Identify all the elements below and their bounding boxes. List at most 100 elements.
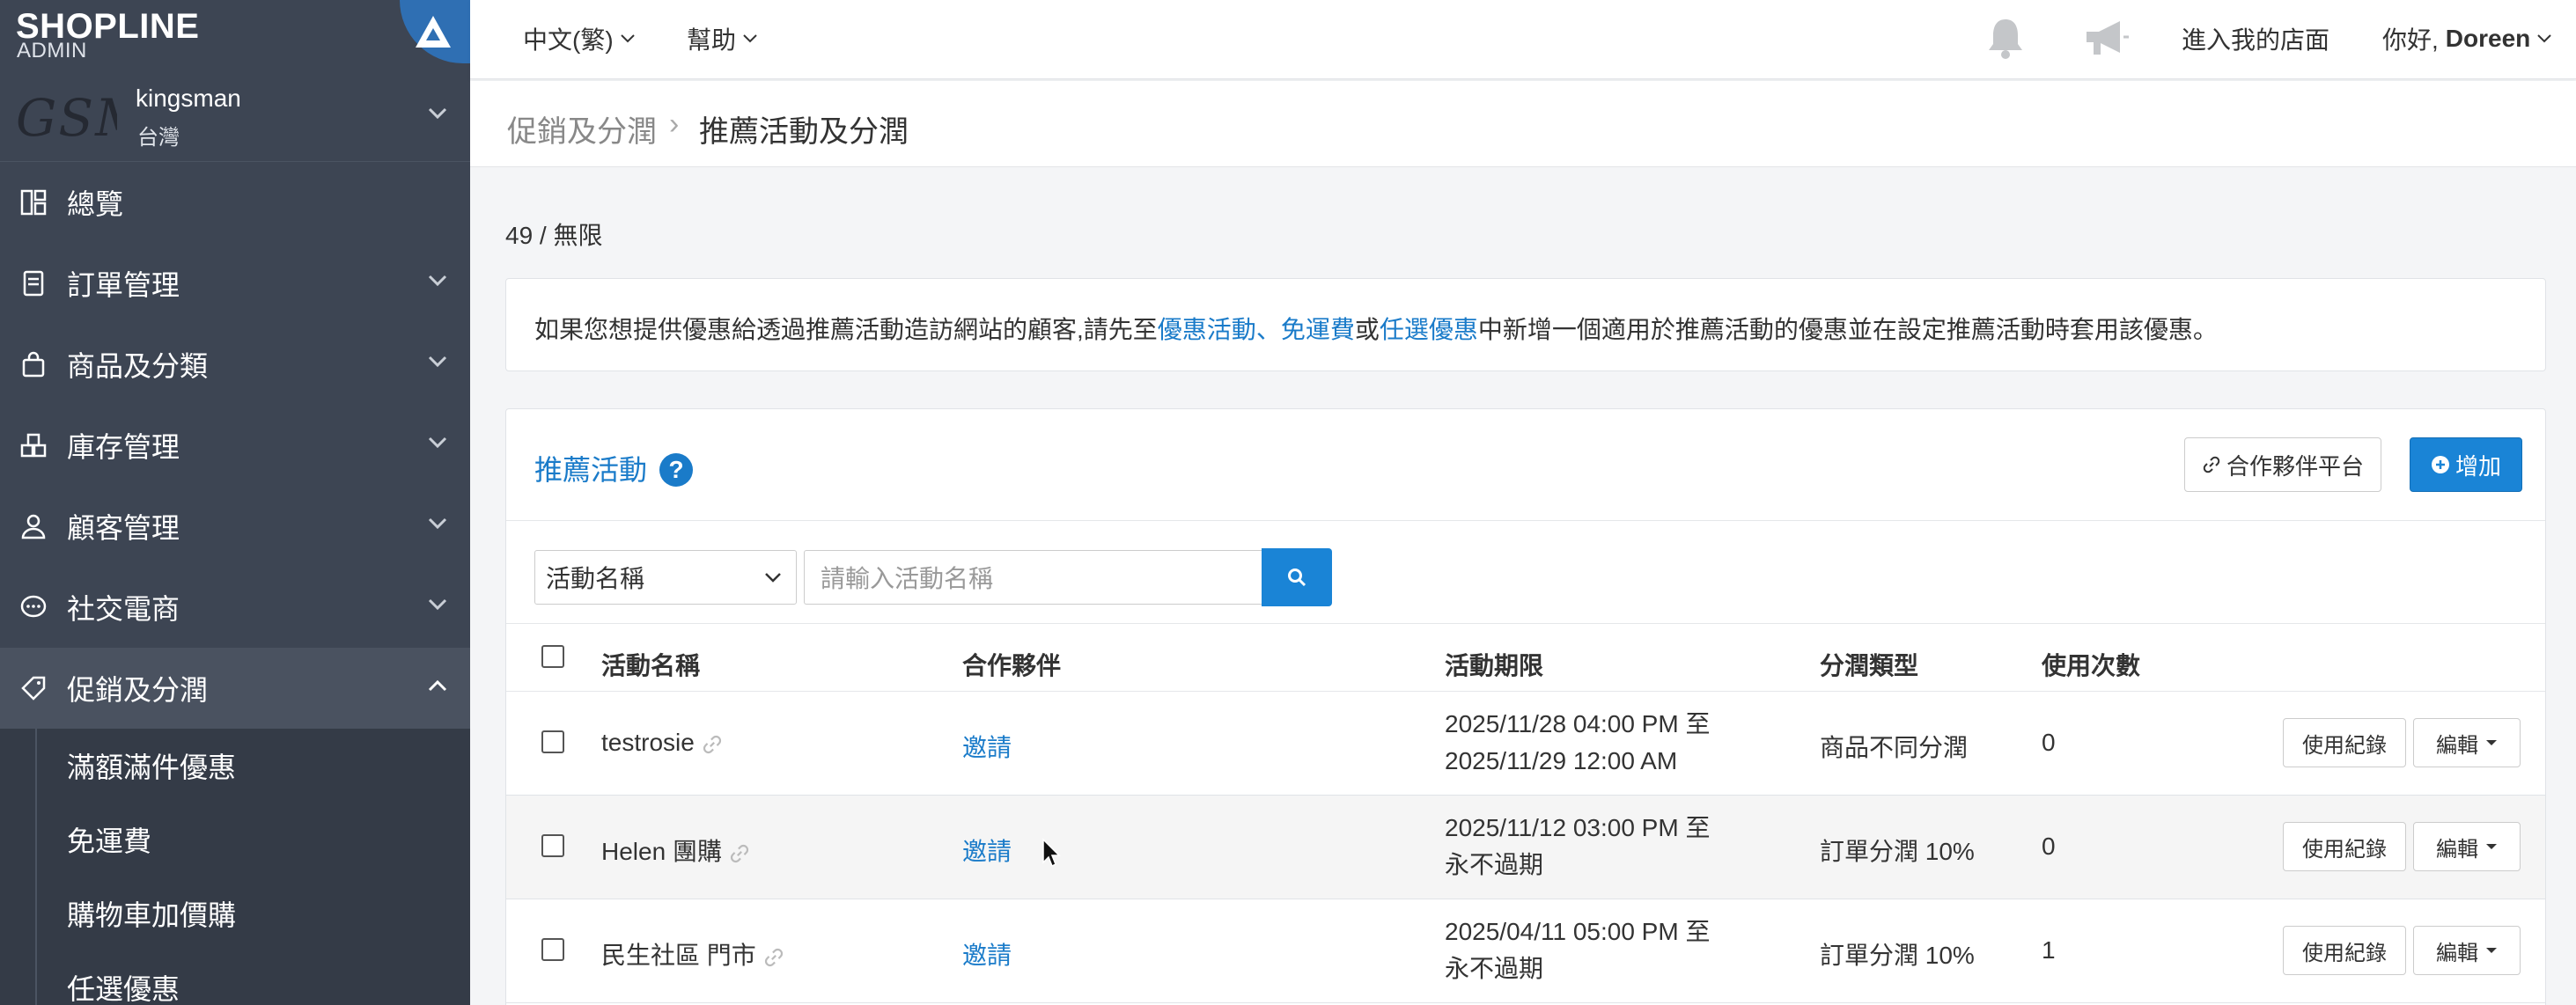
column-header-period[interactable]: 活動期限 [1445, 647, 1543, 682]
invite-link[interactable]: 邀請 [962, 729, 1012, 764]
table-row: Helen 團購 邀請 2025/11/12 03:00 PM 至 永不過期 訂… [506, 796, 2545, 899]
user-name: Doreen [2445, 25, 2531, 52]
breadcrumb: 促銷及分潤 › 推薦活動及分潤 [470, 81, 2576, 167]
sidebar-subitem-addon-purchase[interactable]: 購物車加價購 [0, 877, 470, 950]
sidebar-item-social-commerce[interactable]: 社交電商 [0, 567, 470, 648]
sidebar-item-label: 商品及分類 [67, 350, 209, 382]
app-switcher[interactable] [400, 0, 470, 63]
sidebar-subitem-spend-discount[interactable]: 滿額滿件優惠 [0, 729, 470, 803]
campaign-name[interactable]: Helen 團購 [601, 833, 750, 868]
user-icon [18, 510, 49, 542]
edit-dropdown-button[interactable]: 編輯 [2413, 822, 2521, 871]
promotion-link[interactable]: 優惠活動 [1158, 316, 1256, 343]
row-checkbox[interactable] [541, 938, 564, 961]
chat-icon [18, 591, 49, 623]
bag-icon [18, 348, 49, 380]
help-icon[interactable]: ? [659, 453, 693, 487]
search-field-select[interactable]: 活動名稱 [534, 550, 797, 605]
campaign-name-text: testrosie [601, 729, 695, 756]
help-label: 幫助 [687, 26, 737, 54]
campaign-name-text: Helen 團購 [601, 838, 722, 865]
usage-log-button[interactable]: 使用紀錄 [2283, 822, 2406, 871]
panel-title: 推薦活動 [534, 454, 648, 486]
edit-dropdown-button[interactable]: 編輯 [2413, 926, 2521, 975]
usage-log-button[interactable]: 使用紀錄 [2283, 718, 2406, 767]
sidebar-item-customers[interactable]: 顧客管理 [0, 486, 470, 567]
bundle-offer-link[interactable]: 任選優惠 [1380, 316, 1478, 343]
greeting: 你好, [2382, 26, 2439, 54]
info-notice: 如果您想提供優惠給透過推薦活動造訪網站的顧客,請先至優惠活動、免運費或任選優惠中… [505, 278, 2546, 371]
column-header-name[interactable]: 活動名稱 [601, 647, 700, 682]
search-field-value: 活動名稱 [546, 565, 645, 592]
sidebar-item-label: 庫存管理 [67, 431, 180, 463]
chevron-down-icon [428, 436, 447, 449]
campaign-name[interactable]: testrosie [601, 729, 723, 757]
sidebar-item-inventory[interactable]: 庫存管理 [0, 405, 470, 486]
topbar: 中文(繁) 幫助 進入我的店面 你好, Doreen [470, 0, 2576, 79]
column-header-usage[interactable]: 使用次數 [2042, 647, 2140, 682]
chevron-down-icon [428, 275, 447, 287]
link-icon [2203, 456, 2220, 473]
search-input[interactable]: 請輸入活動名稱 [804, 550, 1262, 605]
sidebar-subitem-bundle-offer[interactable]: 任選優惠 [0, 950, 470, 1005]
sidebar-item-products[interactable]: 商品及分類 [0, 324, 470, 405]
sidebar-item-dashboard[interactable]: 總覽 [0, 162, 470, 243]
chevron-down-icon [428, 517, 447, 530]
add-label: 增加 [2455, 452, 2501, 480]
row-checkbox[interactable] [541, 730, 564, 753]
sidebar-item-orders[interactable]: 訂單管理 [0, 243, 470, 324]
language-label: 中文(繁) [523, 26, 614, 54]
page-title: 推薦活動及分潤 [699, 115, 909, 149]
table-header: 活動名稱 合作夥伴 活動期限 分潤類型 使用次數 [506, 623, 2545, 692]
partner-platform-button[interactable]: 合作夥伴平台 [2184, 437, 2381, 492]
partner-platform-label: 合作夥伴平台 [2226, 452, 2364, 480]
sidebar-subitem-free-shipping[interactable]: 免運費 [0, 803, 470, 877]
notice-separator: 、 [1255, 316, 1281, 343]
referral-campaign-panel: 推薦活動 ? 合作夥伴平台 增加 活動名稱 請輸入活動名稱 活動名稱 合作夥伴 … [505, 408, 2546, 1005]
bell-icon [1989, 19, 2022, 59]
user-menu[interactable]: 你好, Doreen [2382, 21, 2551, 56]
column-header-commission-type[interactable]: 分潤類型 [1820, 647, 1918, 682]
breadcrumb-parent[interactable]: 促銷及分潤 [507, 107, 657, 150]
notification-bell[interactable] [1984, 16, 2027, 60]
select-all-checkbox[interactable] [541, 645, 564, 668]
sidebar-item-promotions[interactable]: 促銷及分潤 [0, 648, 470, 729]
notice-text: 中新增一個適用於推薦活動的優惠並在設定推薦活動時套用該優惠。 [1477, 316, 2218, 343]
enter-store-link[interactable]: 進入我的店面 [2182, 21, 2329, 56]
sidebar-item-label: 訂單管理 [67, 269, 180, 301]
add-campaign-button[interactable]: 增加 [2410, 437, 2522, 492]
store-region: 台灣 [137, 126, 180, 150]
campaign-name[interactable]: 民生社區 門市 [601, 936, 784, 972]
usage-log-button[interactable]: 使用紀錄 [2283, 926, 2406, 975]
order-icon [18, 268, 49, 299]
sidebar-item-label: 促銷及分潤 [67, 674, 209, 706]
free-shipping-link[interactable]: 免運費 [1281, 316, 1355, 343]
sidebar-item-label: 顧客管理 [67, 512, 180, 544]
table-row: testrosie 邀請 2025/11/28 04:00 PM 至 2025/… [506, 692, 2545, 796]
row-checkbox[interactable] [541, 834, 564, 857]
edit-dropdown-button[interactable]: 編輯 [2413, 718, 2521, 767]
invite-link[interactable]: 邀請 [962, 936, 1012, 972]
help-dropdown[interactable]: 幫助 [687, 21, 757, 56]
plus-circle-icon [2431, 456, 2449, 473]
store-switcher[interactable]: GSM kingsman 台灣 [0, 79, 470, 162]
link-icon [703, 735, 721, 753]
chevron-down-icon [2537, 34, 2551, 43]
inventory-icon [18, 429, 49, 461]
commission-type: 商品不同分潤 [1820, 734, 1969, 761]
admin-label: ADMIN [17, 39, 87, 62]
announcement-button[interactable] [2081, 16, 2131, 60]
language-dropdown[interactable]: 中文(繁) [523, 21, 635, 56]
search-button[interactable] [1262, 548, 1332, 606]
period-end: 2025/11/29 12:00 AM [1445, 747, 1678, 774]
column-header-partner[interactable]: 合作夥伴 [962, 647, 1061, 682]
sidebar-item-label: 社交電商 [67, 593, 180, 625]
chevron-up-icon [428, 679, 447, 692]
megaphone-icon [2087, 21, 2129, 55]
table-row: 民生社區 門市 邀請 2025/04/11 05:00 PM 至 永不過期 訂單… [506, 899, 2545, 1003]
breadcrumb-separator: › [669, 107, 680, 141]
usage-count-cell: 0 [2042, 729, 2056, 756]
invite-link[interactable]: 邀請 [962, 833, 1012, 868]
mouse-cursor-icon [1042, 838, 1061, 868]
caret-down-icon [2486, 844, 2497, 849]
